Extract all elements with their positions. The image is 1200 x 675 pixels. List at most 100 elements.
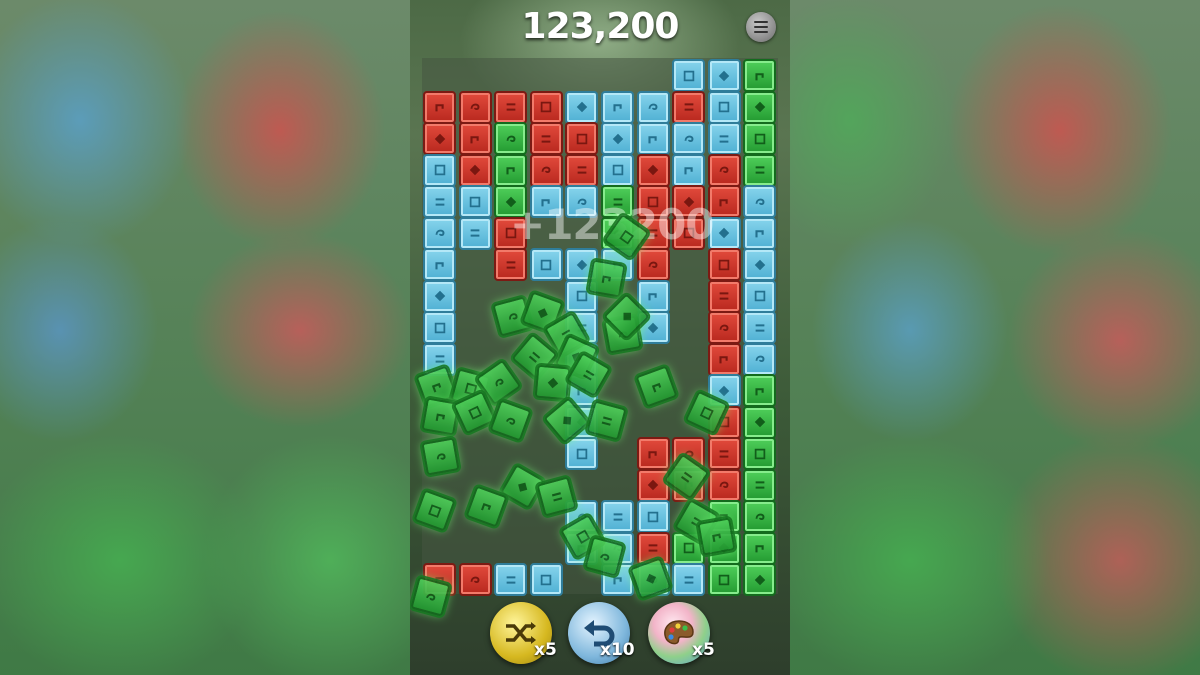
tile[interactable]: [707, 279, 741, 313]
tile[interactable]: [707, 311, 741, 344]
undo-count: x10: [600, 640, 635, 660]
tile[interactable]: [743, 122, 777, 155]
tile[interactable]: [423, 311, 456, 344]
tile[interactable]: [743, 153, 777, 187]
tile[interactable]: [529, 90, 563, 124]
tile[interactable]: [423, 216, 456, 250]
bars-glyph-icon: [755, 481, 765, 489]
falling-tile: [410, 576, 451, 617]
tile[interactable]: [565, 437, 599, 470]
spiral-glyph-icon: [425, 593, 435, 600]
tile[interactable]: [601, 500, 634, 533]
tile[interactable]: [636, 153, 670, 187]
hook-glyph-icon: [684, 167, 693, 175]
tile[interactable]: [458, 153, 492, 187]
tile[interactable]: [707, 59, 741, 92]
tile[interactable]: [494, 563, 528, 596]
tile[interactable]: [601, 122, 634, 155]
tile[interactable]: [458, 122, 492, 155]
tile[interactable]: [743, 185, 777, 218]
hook-glyph-icon: [648, 135, 657, 143]
diamond-glyph-icon: [647, 322, 659, 333]
tile[interactable]: [707, 248, 741, 281]
tile[interactable]: [636, 248, 670, 281]
tile[interactable]: [743, 500, 777, 533]
diamond-glyph-icon: [469, 164, 481, 176]
hook-glyph-icon: [480, 502, 491, 510]
tile[interactable]: [565, 90, 599, 124]
tile[interactable]: [601, 90, 634, 124]
tile[interactable]: [743, 90, 777, 124]
spiral-glyph-icon: [505, 417, 515, 425]
tile[interactable]: [423, 185, 456, 218]
tile[interactable]: [636, 90, 670, 124]
tile[interactable]: [636, 468, 670, 502]
tile[interactable]: [494, 153, 528, 187]
tile[interactable]: [743, 216, 777, 250]
tile[interactable]: [743, 311, 777, 344]
tile[interactable]: [707, 437, 741, 470]
tile[interactable]: [565, 153, 599, 187]
falling-tile: [697, 517, 736, 556]
tile[interactable]: [743, 468, 777, 502]
tile[interactable]: [743, 374, 777, 407]
falling-tile: [587, 259, 626, 298]
tile[interactable]: [423, 248, 456, 281]
tile[interactable]: [743, 405, 777, 439]
tile[interactable]: [458, 563, 492, 596]
tile[interactable]: [672, 90, 706, 124]
tile[interactable]: [423, 279, 456, 313]
tile[interactable]: [458, 185, 492, 218]
bars-glyph-icon: [506, 575, 516, 584]
tile[interactable]: [743, 342, 777, 376]
tile[interactable]: [743, 248, 777, 281]
tile[interactable]: [672, 122, 706, 155]
tile[interactable]: [565, 122, 599, 155]
tile[interactable]: [529, 122, 563, 155]
score-display: 123,200: [521, 6, 680, 47]
square-glyph-icon: [719, 101, 730, 113]
spiral-glyph-icon: [684, 135, 694, 142]
square-glyph-icon: [541, 574, 552, 585]
tile[interactable]: [458, 216, 492, 250]
tile[interactable]: [672, 59, 706, 92]
tile[interactable]: [423, 153, 456, 187]
tile[interactable]: [601, 153, 634, 187]
tile[interactable]: [494, 248, 528, 281]
tile[interactable]: [743, 279, 777, 313]
spiral-glyph-icon: [470, 576, 480, 583]
tile[interactable]: [707, 153, 741, 187]
tile[interactable]: [672, 563, 706, 596]
tile[interactable]: [707, 122, 741, 155]
diamond-glyph-icon: [537, 307, 548, 318]
square-glyph-icon: [754, 290, 766, 302]
square-glyph-icon: [575, 529, 590, 544]
tile[interactable]: [494, 122, 528, 155]
tile[interactable]: [636, 122, 670, 155]
tile[interactable]: [672, 153, 706, 187]
palette-icon: [664, 620, 694, 645]
spiral-glyph-icon: [719, 481, 729, 489]
tile[interactable]: [636, 437, 670, 470]
square-glyph-icon: [754, 448, 766, 459]
tile[interactable]: [423, 90, 456, 124]
tile[interactable]: [636, 500, 670, 533]
tile[interactable]: [707, 342, 741, 376]
square-glyph-icon: [541, 101, 552, 113]
square-glyph-icon: [541, 259, 552, 270]
tile[interactable]: [707, 90, 741, 124]
tile[interactable]: [458, 90, 492, 124]
tile[interactable]: [707, 468, 741, 502]
tile[interactable]: [743, 437, 777, 470]
tile[interactable]: [743, 563, 777, 596]
tile[interactable]: [743, 59, 777, 92]
tile[interactable]: [529, 563, 563, 596]
diamond-glyph-icon: [612, 133, 623, 144]
tile[interactable]: [423, 122, 456, 155]
tile[interactable]: [707, 563, 741, 596]
menu-button[interactable]: [746, 12, 776, 42]
tile[interactable]: [743, 531, 777, 565]
tile[interactable]: [529, 248, 563, 281]
tile[interactable]: [529, 153, 563, 187]
tile[interactable]: [494, 90, 528, 124]
